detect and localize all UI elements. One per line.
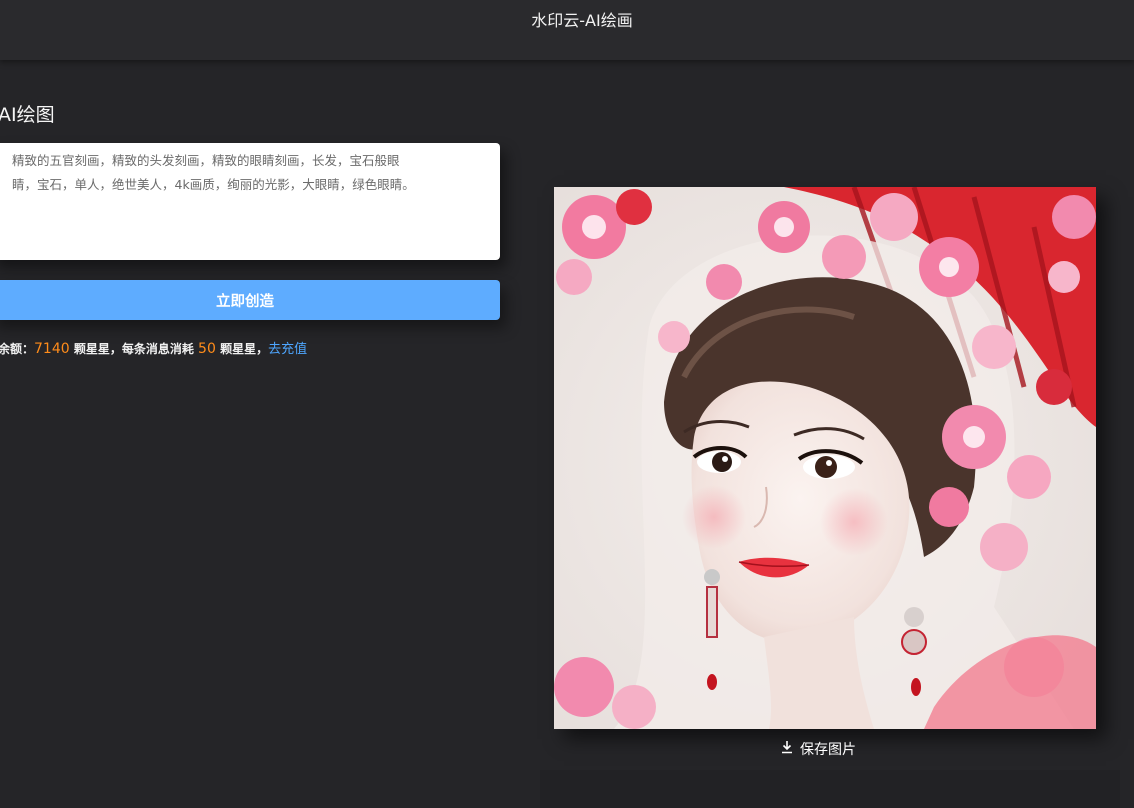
- download-icon: [780, 740, 794, 758]
- balance-unit: 颗星星，每条消息消耗: [73, 342, 194, 356]
- cost-unit: 颗星星，: [220, 342, 269, 356]
- create-button[interactable]: 立即创造: [0, 280, 500, 320]
- panel-shade: [540, 770, 1120, 808]
- top-bar: 水印云-AI绘画: [0, 0, 1134, 60]
- generated-image: [554, 187, 1096, 729]
- balance-amount: 7140: [34, 341, 70, 357]
- balance-info: 余额：7140 颗星星，每条消息消耗 50 颗星星，去充值: [0, 338, 307, 357]
- save-image-label: 保存图片: [800, 742, 856, 758]
- prompt-box: [0, 143, 500, 260]
- message-cost: 50: [198, 341, 216, 357]
- prompt-input[interactable]: [12, 149, 420, 260]
- balance-prefix: 余额：: [0, 342, 35, 356]
- app-title: 水印云-AI绘画: [531, 11, 633, 30]
- portrait-illustration: [554, 187, 1096, 729]
- recharge-link[interactable]: 去充值: [268, 342, 307, 357]
- save-image-button[interactable]: 保存图片: [780, 737, 856, 761]
- page-title: AI绘图: [0, 104, 55, 126]
